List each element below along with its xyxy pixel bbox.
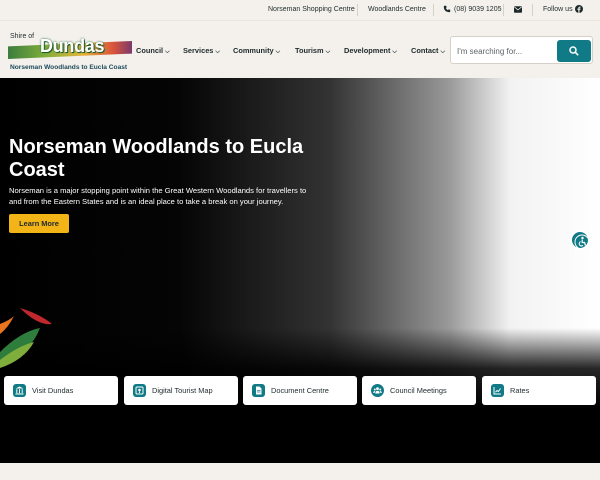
hero-title: Norseman Woodlands to Eucla Coast <box>9 136 304 181</box>
shire-logo[interactable]: Shire of Dundas Norseman Woodlands to Eu… <box>8 33 132 73</box>
chevron-down-icon: ⌵ <box>440 49 446 55</box>
chevron-down-icon: ⌵ <box>165 49 170 55</box>
facebook-link[interactable] <box>575 0 583 20</box>
people-icon <box>371 384 384 397</box>
chart-icon <box>491 384 504 397</box>
logo-name: Dundas <box>40 36 105 56</box>
divider <box>532 4 533 16</box>
search-box <box>450 36 593 64</box>
nav-label: Council <box>136 46 164 55</box>
accessibility-button[interactable] <box>570 230 590 250</box>
nav-label: Services <box>183 46 214 55</box>
learn-more-button[interactable]: Learn More <box>9 214 69 233</box>
follow-us-label: Follow us <box>543 6 573 13</box>
link-shopping-centre[interactable]: Norseman Shopping Centre <box>268 0 355 20</box>
chevron-down-icon: ⌵ <box>275 49 281 55</box>
quick-link-label: Rates <box>510 386 530 395</box>
quick-link-tourist-map[interactable]: Digital Tourist Map <box>124 376 238 405</box>
page-bottom-strip <box>0 463 600 480</box>
leaf-decoration-icon <box>0 308 52 368</box>
quick-link-visit-dundas[interactable]: Visit Dundas <box>4 376 118 405</box>
logo-tagline: Norseman Woodlands to Eucla Coast <box>10 64 128 71</box>
document-icon <box>252 384 265 397</box>
chevron-down-icon: ⌵ <box>325 49 331 55</box>
nav-label: Community <box>233 46 274 55</box>
quick-link-rates[interactable]: Rates <box>482 376 596 405</box>
link-woodlands-centre[interactable]: Woodlands Centre <box>368 0 426 20</box>
quick-link-council-meetings[interactable]: Council Meetings <box>362 376 476 405</box>
quick-link-label: Digital Tourist Map <box>152 386 213 395</box>
nav-item-services[interactable]: Services ⌵ <box>183 46 220 56</box>
hero-banner: Norseman Woodlands to Eucla Coast Norsem… <box>0 78 600 463</box>
bank-icon <box>13 384 26 397</box>
quick-link-label: Visit Dundas <box>32 386 74 395</box>
nav-item-community[interactable]: Community ⌵ <box>233 46 280 56</box>
phone-number: (08) 9039 1205 <box>454 6 502 13</box>
divider <box>357 4 358 16</box>
facebook-icon <box>575 5 583 14</box>
logo-shire-text: Shire of <box>10 33 35 40</box>
nav-item-tourism[interactable]: Tourism ⌵ <box>295 46 330 56</box>
nav-item-development[interactable]: Development ⌵ <box>344 46 397 56</box>
phone-link[interactable]: (08) 9039 1205 <box>443 0 501 20</box>
utility-bar: Norseman Shopping Centre Woodlands Centr… <box>0 0 600 20</box>
envelope-icon <box>514 5 522 13</box>
phone-icon <box>443 5 451 13</box>
search-button[interactable] <box>557 40 591 62</box>
accessibility-icon <box>574 234 590 250</box>
nav-label: Development <box>344 46 391 55</box>
hero-description: Norseman is a major stopping point withi… <box>9 186 307 206</box>
map-icon <box>133 384 146 397</box>
search-icon <box>569 46 579 56</box>
search-input[interactable] <box>457 41 557 61</box>
nav-label: Tourism <box>295 46 324 55</box>
quick-link-document-centre[interactable]: Document Centre <box>243 376 357 405</box>
nav-item-contact[interactable]: Contact ⌵ <box>411 46 445 56</box>
nav-item-council[interactable]: Council ⌵ <box>136 46 170 56</box>
chevron-down-icon: ⌵ <box>215 49 220 55</box>
divider <box>503 4 504 16</box>
nav-label: Contact <box>411 46 439 55</box>
email-link[interactable] <box>514 0 522 20</box>
quick-link-label: Document Centre <box>271 386 329 395</box>
divider <box>433 4 434 16</box>
site-header: Shire of Dundas Norseman Woodlands to Eu… <box>0 20 600 78</box>
chevron-down-icon: ⌵ <box>392 49 397 55</box>
quick-link-label: Council Meetings <box>390 386 447 395</box>
